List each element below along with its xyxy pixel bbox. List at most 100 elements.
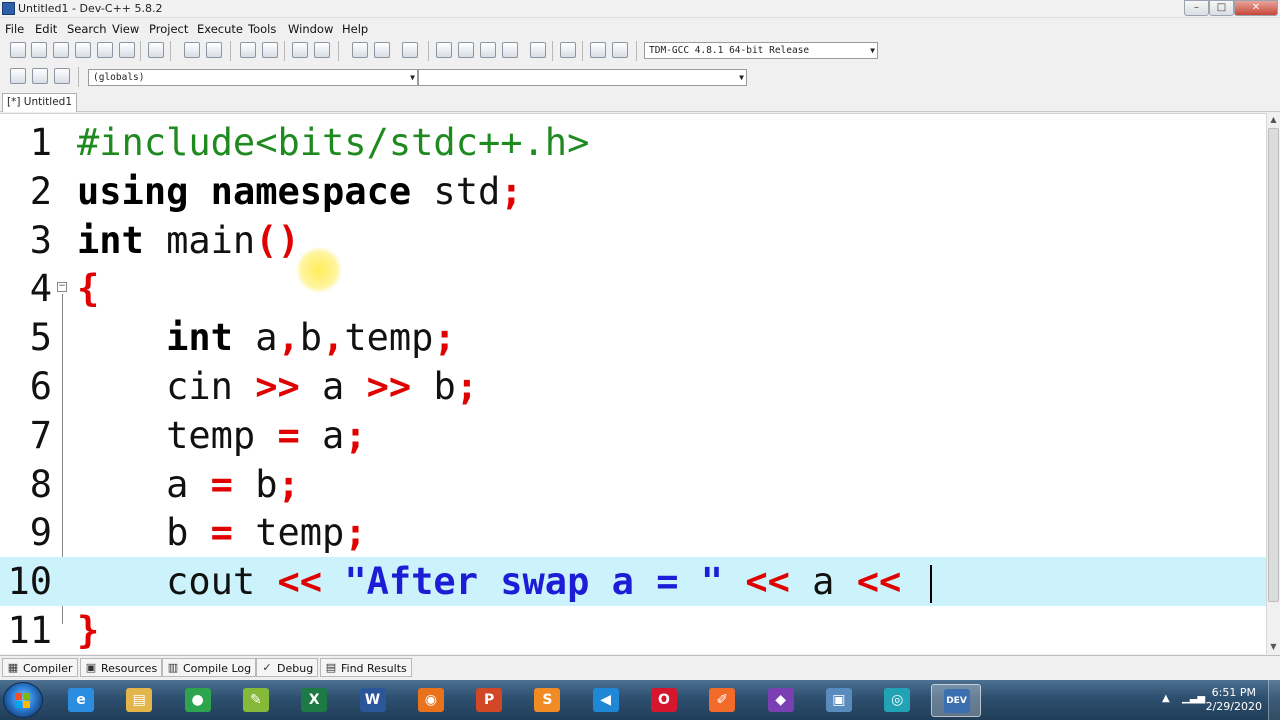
code-line[interactable]: 11} [0,606,1266,654]
taskbar-tool-orange[interactable]: ✐ [697,684,747,717]
menu-edit[interactable]: Edit [35,22,57,36]
preprocessor-token: #include<bits/stdc++.h> [77,121,590,164]
line-number: 2 [29,169,52,213]
menu-file[interactable]: File [5,22,24,36]
mouse-cursor-highlight [296,247,342,293]
insert-icon[interactable] [10,68,26,84]
close-all-icon[interactable] [119,42,135,58]
stop-icon[interactable] [560,42,576,58]
code-line[interactable]: 7 temp = a; [0,411,1266,460]
code-line[interactable]: 10 cout << "After swap a = " << a << [0,557,1266,607]
rebuild-icon[interactable] [502,42,518,58]
compiler-select-value: TDM-GCC 4.8.1 64-bit Release [649,45,810,56]
tab-resources[interactable]: ▣ Resources [80,658,163,677]
code-line[interactable]: 3 int main() [0,216,1266,265]
line-number: 4 [29,267,52,311]
taskbar-powerpoint[interactable]: P [464,684,514,717]
compiler-select[interactable]: TDM-GCC 4.8.1 64-bit Release ▼ [644,42,878,59]
bookmark-icon[interactable] [54,68,70,84]
code-line[interactable]: 4{ [0,264,1266,313]
menu-execute[interactable]: Execute [197,22,243,36]
find-icon[interactable] [240,42,256,58]
camera-app-icon: ◎ [884,688,911,712]
code-line[interactable]: 9 b = temp; [0,508,1266,557]
menu-help[interactable]: Help [342,22,368,36]
scroll-down-icon[interactable]: ▼ [1267,640,1280,654]
taskbar-opera[interactable]: O [639,684,689,717]
clock[interactable]: 6:51 PM 2/29/2020 [1206,686,1262,714]
code-line[interactable]: 2 using namespace std; [0,167,1266,216]
taskbar-vs-code[interactable]: ◀ [581,684,631,717]
menu-window[interactable]: Window [288,22,333,36]
syntax-check-icon[interactable] [530,42,546,58]
code-line[interactable]: 6 cin >> a >> b; [0,362,1266,411]
tab-compiler[interactable]: ▦ Compiler [2,658,78,677]
print-icon[interactable] [148,42,164,58]
close-icon[interactable] [97,42,113,58]
member-select[interactable]: ▼ [418,69,747,86]
code-token: a [299,413,345,457]
menu-project[interactable]: Project [149,22,188,36]
save-all-icon[interactable] [75,42,91,58]
taskbar-firefox[interactable]: ◉ [406,684,456,717]
menu-view[interactable]: View [112,22,139,36]
operator-token: >> [366,365,412,408]
replace-icon[interactable] [262,42,278,58]
tab-compile-log[interactable]: ▥ Compile Log [162,658,257,677]
taskbar-internet-explorer[interactable]: e [56,684,106,717]
debug-icon[interactable] [612,42,628,58]
menu-tools[interactable]: Tools [248,22,276,36]
code-line[interactable]: 1 #include<bits/stdc++.h> [0,118,1266,167]
new-project-icon[interactable] [31,42,47,58]
minimize-button[interactable]: – [1184,0,1209,16]
network-signal-icon[interactable]: ▁▃▅ [1182,693,1205,704]
toggle-bookmark-icon[interactable] [402,42,418,58]
goto-declaration-icon[interactable] [32,68,48,84]
taskbar-network-app[interactable]: ▣ [814,684,864,717]
scope-select[interactable]: (globals) ▼ [88,69,418,86]
close-button[interactable]: ✕ [1234,0,1278,16]
maximize-button[interactable]: □ [1209,0,1234,16]
taskbar-file-explorer[interactable]: ▤ [114,684,164,717]
chart-icon[interactable] [590,42,606,58]
code-text: int a,b,temp; [77,313,456,362]
redo-icon[interactable] [206,42,222,58]
taskbar-chrome[interactable]: ● [173,684,223,717]
vs-code-icon: ◀ [592,688,619,712]
taskbar-sublime-text[interactable]: S [522,684,572,717]
tab-debug[interactable]: ✓ Debug [256,658,319,677]
unindent-icon[interactable] [314,42,330,58]
vertical-scrollbar[interactable]: ▲ ▼ [1266,113,1280,654]
new-file-icon[interactable] [10,42,26,58]
compile-icon[interactable] [436,42,452,58]
taskbar-camera-app[interactable]: ◎ [872,684,922,717]
taskbar-dev-cpp[interactable]: DEV [930,684,981,717]
save-icon[interactable] [53,42,69,58]
tab-compiler-label: Compiler [23,662,73,675]
indent-icon[interactable] [292,42,308,58]
code-editor[interactable]: − 1 #include<bits/stdc++.h> 2 using namespa… [0,113,1266,654]
goto-back-icon[interactable] [352,42,368,58]
debug-check-icon: ✓ [262,661,272,674]
code-token: a [789,560,857,604]
line-number: 1 [29,121,52,164]
code-line[interactable]: 5 int a,b,temp; [0,313,1266,362]
run-icon[interactable] [458,42,474,58]
start-button[interactable] [3,682,43,718]
taskbar-notepad-plus-plus[interactable]: ✎ [231,684,281,717]
taskbar-visual-studio[interactable]: ◆ [756,684,806,717]
show-desktop-button[interactable] [1268,680,1280,720]
undo-icon[interactable] [184,42,200,58]
show-hidden-icons-icon[interactable]: ▲ [1162,693,1170,704]
scroll-up-icon[interactable]: ▲ [1267,113,1280,127]
taskbar-excel[interactable]: X [289,684,339,717]
scrollbar-thumb[interactable] [1268,128,1279,602]
compile-run-icon[interactable] [480,42,496,58]
tab-untitled1[interactable]: [*] Untitled1 [2,93,77,112]
tab-find-results[interactable]: ▤ Find Results [320,658,412,677]
code-line[interactable]: 8 a = b; [0,460,1266,509]
goto-forward-icon[interactable] [374,42,390,58]
menu-search[interactable]: Search [67,22,107,36]
taskbar-word[interactable]: W [348,684,398,717]
